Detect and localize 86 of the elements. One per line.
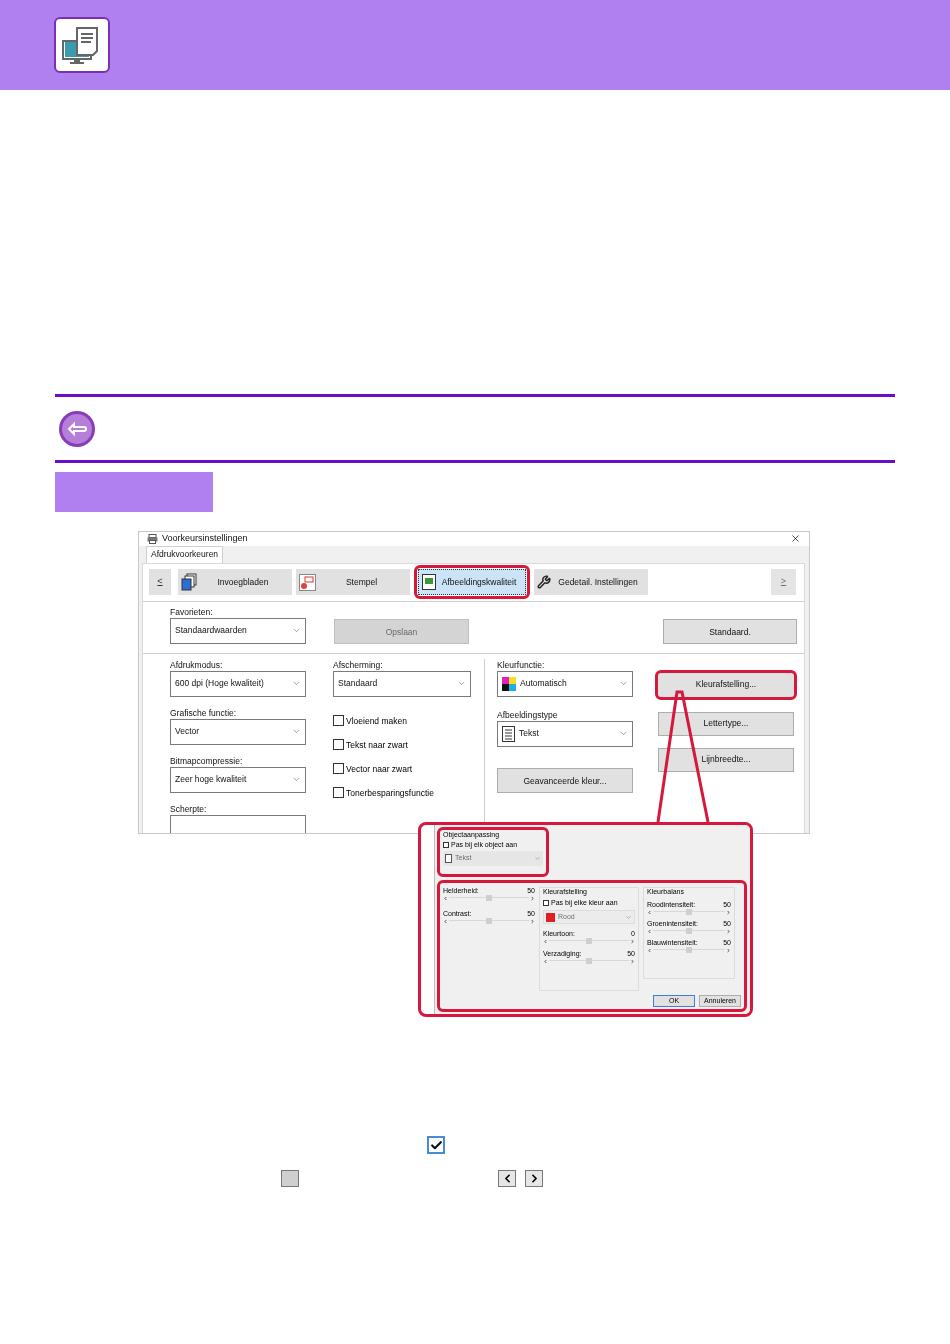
slider-thumb[interactable] bbox=[686, 947, 692, 953]
slider-thumb[interactable] bbox=[486, 918, 492, 924]
chevron-down-icon bbox=[292, 727, 301, 736]
print-monitor-icon bbox=[54, 17, 110, 73]
dialog-button[interactable]: Lettertype... bbox=[658, 711, 794, 736]
chevron-left-icon bbox=[647, 947, 652, 953]
chevron-right-icon bbox=[726, 909, 731, 915]
chevron-down-icon bbox=[619, 729, 628, 738]
checkbox-label: Vloeiend maken bbox=[346, 714, 407, 727]
chevron-left-icon bbox=[543, 958, 548, 964]
chevron-down-icon bbox=[292, 679, 301, 688]
window-title: Voorkeursinstellingen bbox=[162, 532, 248, 545]
section-tab[interactable]: Stempel bbox=[296, 569, 410, 595]
chevron-left-icon bbox=[543, 938, 548, 944]
slider-thumb[interactable] bbox=[686, 928, 692, 934]
chevron-left-icon bbox=[647, 909, 652, 915]
field-label: Kleurfunctie: bbox=[497, 658, 546, 671]
chevron-left-icon bbox=[498, 1170, 516, 1187]
dropdown[interactable] bbox=[170, 814, 306, 833]
slider-track[interactable] bbox=[449, 895, 529, 901]
dropdown[interactable]: Vector bbox=[170, 718, 306, 745]
chevron-right-icon bbox=[525, 1170, 543, 1187]
checkbox[interactable] bbox=[543, 900, 549, 906]
checkbox-label: Vector naar zwart bbox=[346, 762, 413, 775]
slider-track[interactable] bbox=[653, 909, 725, 915]
checkbox[interactable] bbox=[333, 715, 344, 726]
chevron-right-icon bbox=[726, 947, 731, 953]
chevron-down-icon bbox=[292, 626, 301, 635]
chevron-right-icon bbox=[530, 918, 535, 924]
slider-track[interactable] bbox=[549, 938, 629, 944]
field-label: Grafische functie: bbox=[170, 706, 238, 719]
checkbox[interactable] bbox=[333, 787, 344, 798]
checkbox[interactable] bbox=[443, 842, 449, 848]
dropdown[interactable]: Automatisch bbox=[497, 670, 633, 697]
slider-thumb[interactable] bbox=[586, 938, 592, 944]
chevron-down-icon bbox=[625, 913, 632, 921]
checkbox-label: Tonerbesparingsfunctie bbox=[346, 786, 434, 799]
chevron-down-icon bbox=[534, 855, 541, 862]
slider-thumb[interactable] bbox=[486, 895, 492, 901]
chevron-right-icon bbox=[630, 938, 635, 944]
chevron-right-icon bbox=[630, 958, 635, 964]
picture-icon bbox=[422, 574, 436, 590]
dialog-button[interactable]: Geavanceerde kleur... bbox=[497, 768, 633, 794]
pages-icon bbox=[181, 573, 197, 591]
dropdown[interactable]: Zeer hoge kwaliteit bbox=[170, 766, 306, 793]
dropdown[interactable]: Standaard bbox=[333, 670, 471, 697]
wrench-icon bbox=[537, 575, 551, 589]
slider-track[interactable] bbox=[653, 947, 725, 953]
section-tab[interactable]: Afbeeldingskwaliteit bbox=[418, 569, 526, 595]
field-label: Afscherming: bbox=[333, 658, 384, 671]
slider-track[interactable] bbox=[449, 918, 529, 924]
stamp-icon bbox=[299, 573, 316, 591]
chevron-left-icon bbox=[443, 895, 448, 901]
field-label: Scherpte: bbox=[170, 802, 208, 815]
document-icon bbox=[502, 725, 515, 742]
chevron-left-icon bbox=[647, 928, 652, 934]
slider-track[interactable] bbox=[653, 928, 725, 934]
dropdown[interactable]: 600 dpi (Hoge kwaliteit) bbox=[170, 670, 306, 697]
section-tab[interactable]: Gedetail. Instellingen bbox=[534, 569, 648, 595]
chevron-right-icon bbox=[726, 928, 731, 934]
chevron-right-icon bbox=[530, 895, 535, 901]
slider-track[interactable] bbox=[549, 958, 629, 964]
square-icon bbox=[281, 1170, 299, 1187]
document-icon bbox=[445, 854, 452, 863]
slider-thumb[interactable] bbox=[686, 909, 692, 915]
slider-thumb[interactable] bbox=[586, 958, 592, 964]
field-label: Afdrukmodus: bbox=[170, 658, 224, 671]
field-label: Afbeeldingstype bbox=[497, 708, 559, 721]
scroll-left-button[interactable]: < bbox=[149, 569, 171, 595]
dropdown[interactable]: Standaardwaarden bbox=[170, 617, 306, 644]
field-label: Favorieten: bbox=[170, 605, 214, 618]
color-squares-icon bbox=[502, 676, 516, 691]
checkbox[interactable] bbox=[333, 763, 344, 774]
checkbox[interactable] bbox=[333, 739, 344, 750]
dialog-button[interactable]: Standaard. bbox=[663, 619, 797, 645]
chevron-down-icon bbox=[292, 775, 301, 784]
chevron-left-icon bbox=[443, 918, 448, 924]
dialog-button[interactable]: Lijnbreedte... bbox=[658, 747, 794, 772]
chevron-down-icon bbox=[457, 679, 466, 688]
close-icon[interactable] bbox=[790, 533, 801, 545]
section-tab[interactable]: Invoegbladen bbox=[178, 569, 292, 595]
field-label: Bitmapcompressie: bbox=[170, 754, 244, 767]
checkbox-label: Tekst naar zwart bbox=[346, 738, 408, 751]
chevron-down-icon bbox=[619, 679, 628, 688]
dialog-button[interactable]: Kleurafstelling... bbox=[655, 669, 797, 700]
dropdown[interactable]: Tekst bbox=[497, 720, 633, 747]
